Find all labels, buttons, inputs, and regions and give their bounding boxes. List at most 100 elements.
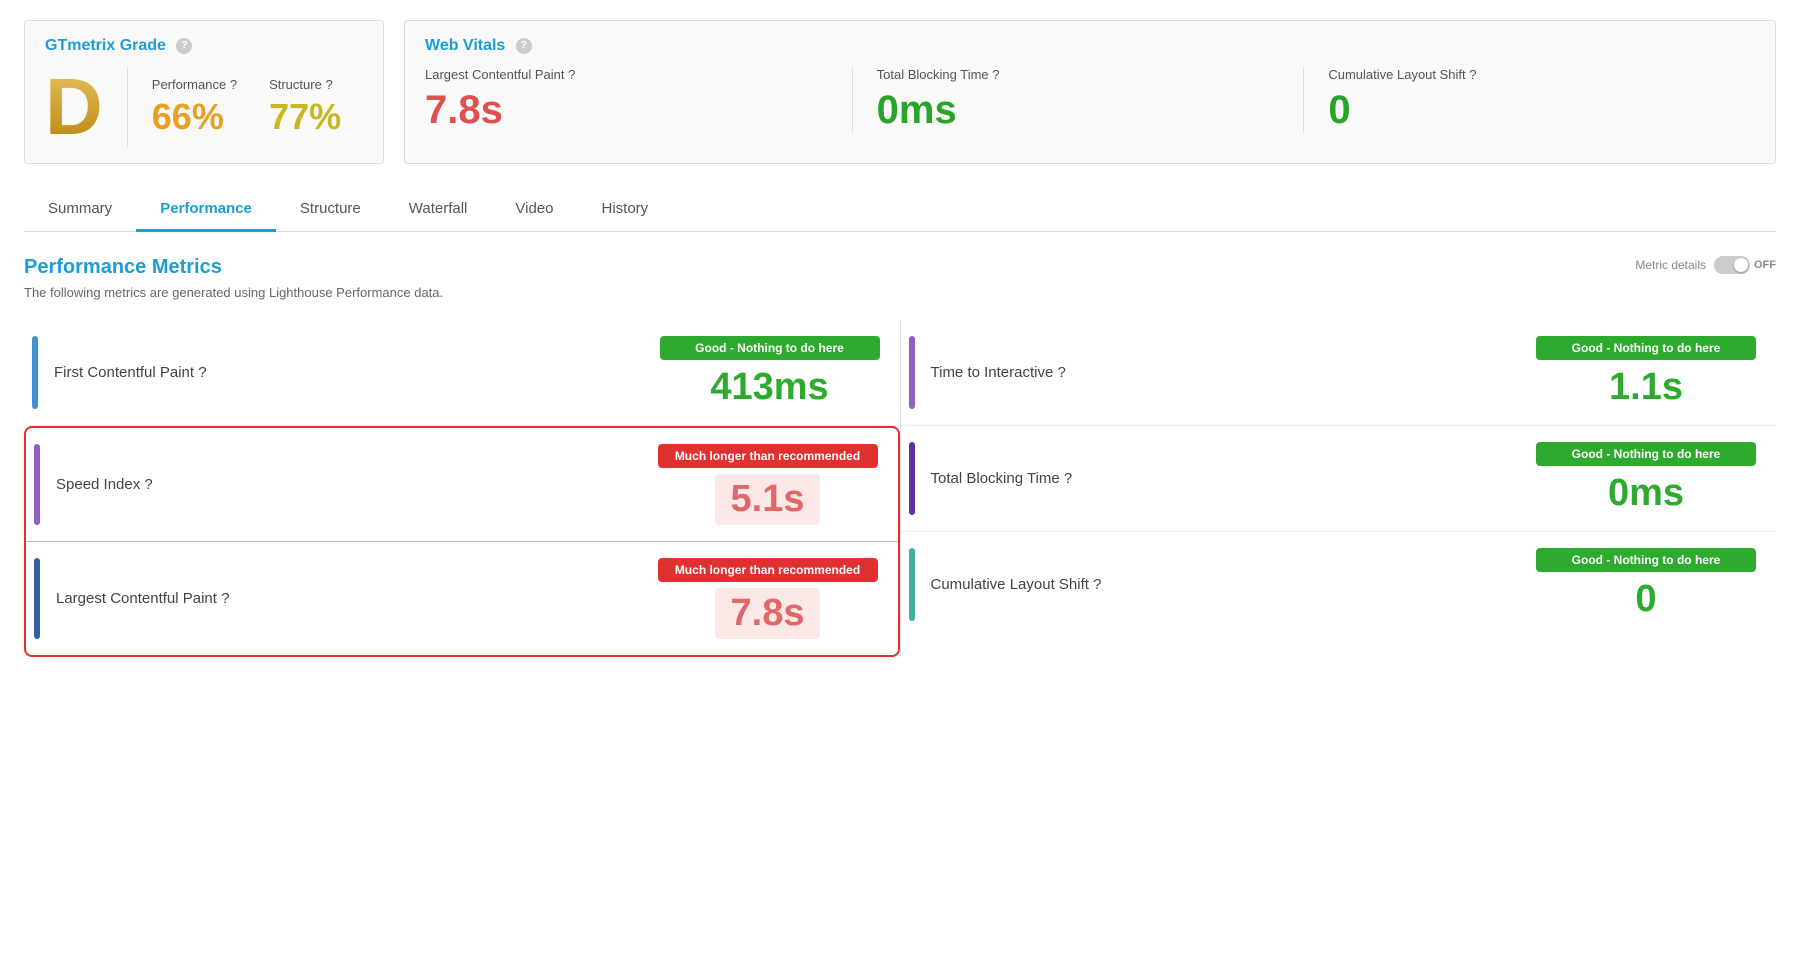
cls-metric: Cumulative Layout Shift ? Good - Nothing… xyxy=(901,532,1777,637)
toggle-track[interactable] xyxy=(1714,256,1750,274)
lcp-help-icon[interactable]: ? xyxy=(568,67,575,82)
section-subtitle: The following metrics are generated usin… xyxy=(24,285,443,300)
tti-bar xyxy=(909,336,915,409)
section-title: Performance Metrics xyxy=(24,256,443,279)
toggle-thumb xyxy=(1734,258,1748,272)
lcp-label: Largest Contentful Paint ? xyxy=(425,67,828,82)
lcp-metric-title: Largest Contentful Paint ? xyxy=(56,590,229,607)
toggle-label: OFF xyxy=(1754,259,1776,271)
fcp-value: 413ms xyxy=(660,366,880,409)
fcp-result: Good - Nothing to do here 413ms xyxy=(660,336,880,409)
fcp-title: First Contentful Paint ? xyxy=(54,364,207,381)
fcp-badge: Good - Nothing to do here xyxy=(660,336,880,360)
si-title: Speed Index ? xyxy=(56,476,153,493)
fcp-help-icon[interactable]: ? xyxy=(198,364,206,381)
si-result: Much longer than recommended 5.1s xyxy=(658,444,878,525)
tti-value: 1.1s xyxy=(1536,366,1756,409)
si-info: Speed Index ? xyxy=(56,476,658,493)
tbt-badge: Good - Nothing to do here xyxy=(1536,442,1756,466)
lcp-bar xyxy=(34,558,40,639)
grade-letter: D xyxy=(45,67,103,147)
gtmetrix-grade-panel: GTmetrix Grade ? D Performance ? 66% Str… xyxy=(24,20,384,164)
performance-label: Performance ? xyxy=(152,77,237,92)
tab-structure[interactable]: Structure xyxy=(276,188,385,232)
tti-metric: Time to Interactive ? Good - Nothing to … xyxy=(901,320,1777,426)
structure-help-icon[interactable]: ? xyxy=(325,77,332,92)
performance-help-icon[interactable]: ? xyxy=(230,77,237,92)
cls-bar xyxy=(909,548,915,621)
tbt-value-display: 0ms xyxy=(1536,472,1756,515)
cls-value: 0 xyxy=(1328,88,1731,133)
web-vitals-help-icon[interactable]: ? xyxy=(516,38,532,54)
lcp-metric-help-icon[interactable]: ? xyxy=(221,590,229,607)
perf-col-left: First Contentful Paint ? Good - Nothing … xyxy=(24,320,901,657)
metric-details-toggle: Metric details OFF xyxy=(1635,256,1776,274)
fcp-metric: First Contentful Paint ? Good - Nothing … xyxy=(24,320,900,426)
tti-title: Time to Interactive ? xyxy=(931,364,1066,381)
structure-label: Structure ? xyxy=(269,77,341,92)
lcp-metric-value: 7.8s xyxy=(658,588,878,639)
lcp-value: 7.8s xyxy=(425,88,828,133)
cls-badge: Good - Nothing to do here xyxy=(1536,548,1756,572)
tbt-title: Total Blocking Time ? xyxy=(931,470,1073,487)
toggle-switch[interactable]: OFF xyxy=(1714,256,1776,274)
cls-title: Cumulative Layout Shift ? xyxy=(931,576,1102,593)
cls-label: Cumulative Layout Shift ? xyxy=(1328,67,1731,82)
tti-help-icon[interactable]: ? xyxy=(1058,364,1066,381)
tti-badge: Good - Nothing to do here xyxy=(1536,336,1756,360)
cls-vital: Cumulative Layout Shift ? 0 xyxy=(1304,67,1755,133)
si-bar xyxy=(34,444,40,525)
gtmetrix-title-text: GTmetrix Grade xyxy=(45,37,166,54)
cls-result: Good - Nothing to do here 0 xyxy=(1536,548,1756,621)
cls-help-icon[interactable]: ? xyxy=(1469,67,1476,82)
lcp-metric-result: Much longer than recommended 7.8s xyxy=(658,558,878,639)
lcp-info: Largest Contentful Paint ? xyxy=(56,590,658,607)
perf-col-right: Time to Interactive ? Good - Nothing to … xyxy=(901,320,1777,657)
tab-performance[interactable]: Performance xyxy=(136,188,276,232)
web-vitals-title: Web Vitals ? xyxy=(425,37,1755,55)
gtmetrix-grade-title: GTmetrix Grade ? xyxy=(45,37,363,55)
cls-info: Cumulative Layout Shift ? xyxy=(931,576,1537,593)
tbt-vital: Total Blocking Time ? 0ms xyxy=(853,67,1305,133)
highlighted-metrics-box: Speed Index ? Much longer than recommend… xyxy=(24,426,900,657)
lcp-metric-badge: Much longer than recommended xyxy=(658,558,878,582)
metric-details-label: Metric details xyxy=(1635,258,1706,272)
tbt-help-icon[interactable]: ? xyxy=(1064,470,1072,487)
grade-metrics: Performance ? 66% Structure ? 77% xyxy=(152,77,341,138)
tbt-help-icon[interactable]: ? xyxy=(992,67,999,82)
fcp-info: First Contentful Paint ? xyxy=(54,364,660,381)
structure-metric: Structure ? 77% xyxy=(269,77,341,138)
tbt-label: Total Blocking Time ? xyxy=(877,67,1280,82)
gtmetrix-help-icon[interactable]: ? xyxy=(176,38,192,54)
cls-help-icon[interactable]: ? xyxy=(1093,576,1101,593)
tbt-value: 0ms xyxy=(877,88,1280,133)
lcp-vital: Largest Contentful Paint ? 7.8s xyxy=(425,67,853,133)
tabs-container: Summary Performance Structure Waterfall … xyxy=(24,188,1776,232)
tti-info: Time to Interactive ? xyxy=(931,364,1537,381)
si-badge: Much longer than recommended xyxy=(658,444,878,468)
performance-value: 66% xyxy=(152,96,237,138)
structure-value: 77% xyxy=(269,96,341,138)
tab-summary[interactable]: Summary xyxy=(24,188,136,232)
tbt-info: Total Blocking Time ? xyxy=(931,470,1537,487)
grade-content: D Performance ? 66% Structure ? 77% xyxy=(45,67,363,147)
tab-history[interactable]: History xyxy=(577,188,672,232)
perf-columns: First Contentful Paint ? Good - Nothing … xyxy=(24,320,1776,657)
tbt-bar xyxy=(909,442,915,515)
si-help-icon[interactable]: ? xyxy=(144,476,152,493)
cls-value-display: 0 xyxy=(1536,578,1756,621)
grade-letter-box: D xyxy=(45,67,128,147)
web-vitals-panel: Web Vitals ? Largest Contentful Paint ? … xyxy=(404,20,1776,164)
vitals-content: Largest Contentful Paint ? 7.8s Total Bl… xyxy=(425,67,1755,133)
tab-video[interactable]: Video xyxy=(491,188,577,232)
tab-waterfall[interactable]: Waterfall xyxy=(385,188,492,232)
performance-metrics-section: Performance Metrics The following metric… xyxy=(24,256,1776,657)
lcp-metric: Largest Contentful Paint ? Much longer t… xyxy=(26,542,898,655)
tbt-result: Good - Nothing to do here 0ms xyxy=(1536,442,1756,515)
performance-metric: Performance ? 66% xyxy=(152,77,237,138)
tbt-metric: Total Blocking Time ? Good - Nothing to … xyxy=(901,426,1777,532)
fcp-bar xyxy=(32,336,38,409)
si-metric: Speed Index ? Much longer than recommend… xyxy=(26,428,898,542)
si-value: 5.1s xyxy=(658,474,878,525)
tti-result: Good - Nothing to do here 1.1s xyxy=(1536,336,1756,409)
